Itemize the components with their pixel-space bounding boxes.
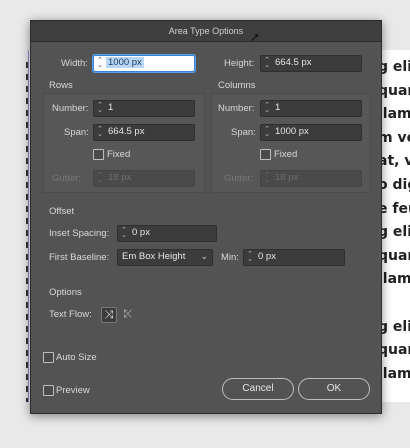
auto-size-label: Auto Size bbox=[56, 352, 97, 363]
first-baseline-value: Em Box Height bbox=[122, 251, 186, 262]
offset-heading: Offset bbox=[49, 206, 75, 217]
rows-fixed-checkbox[interactable] bbox=[93, 149, 104, 160]
min-field[interactable]: ⌃ ⌄ 0 px bbox=[243, 249, 345, 266]
inset-spacing-label: Inset Spacing: bbox=[49, 228, 110, 239]
width-field[interactable]: ⌃ ⌄ 1000 px bbox=[93, 55, 195, 72]
width-label: Width: bbox=[61, 58, 88, 69]
area-type-options-dialog: Area Type Options Width: ⌃ ⌄ 1000 px Heig… bbox=[30, 20, 382, 414]
rows-span-label: Span: bbox=[64, 127, 89, 138]
options-heading: Options bbox=[49, 287, 82, 298]
preview-label: Preview bbox=[56, 385, 90, 396]
height-value: 664.5 px bbox=[275, 57, 312, 68]
rows-number-value: 1 bbox=[108, 102, 114, 113]
background-text-line: g eli bbox=[378, 224, 410, 241]
rows-gutter-value: 18 px bbox=[108, 172, 132, 183]
rows-gutter-field[interactable]: ⌃ ⌄ 18 px bbox=[93, 170, 195, 187]
background-text-line: quar bbox=[378, 247, 410, 264]
inset-spacing-value: 0 px bbox=[132, 227, 150, 238]
background-text-line: g eli bbox=[378, 318, 410, 335]
columns-heading: Columns bbox=[218, 80, 256, 91]
columns-fixed-label: Fixed bbox=[274, 149, 298, 160]
columns-span-value: 1000 px bbox=[275, 126, 309, 137]
background-text-line: o dig bbox=[378, 176, 410, 193]
columns-number-value: 1 bbox=[275, 102, 281, 113]
rows-number-label: Number: bbox=[52, 103, 89, 114]
rows-number-stepper-icon[interactable]: ⌃ ⌄ bbox=[96, 102, 104, 114]
background-text-line: llam bbox=[378, 271, 410, 288]
columns-gutter-value: 18 px bbox=[275, 172, 299, 183]
columns-gutter-stepper-icon[interactable]: ⌃ ⌄ bbox=[263, 172, 271, 184]
columns-fixed-checkbox[interactable] bbox=[260, 149, 271, 160]
inset-spacing-stepper-icon[interactable]: ⌃ ⌄ bbox=[120, 227, 128, 239]
auto-size-checkbox[interactable] bbox=[43, 352, 54, 363]
min-label: Min: bbox=[221, 252, 239, 263]
rows-heading: Rows bbox=[49, 80, 73, 91]
chevron-down-icon: ⌄ bbox=[200, 251, 208, 261]
columns-number-stepper-icon[interactable]: ⌃ ⌄ bbox=[263, 102, 271, 114]
rows-number-field[interactable]: ⌃ ⌄ 1 bbox=[93, 100, 195, 117]
preview-checkbox[interactable] bbox=[43, 385, 54, 396]
background-text-line: e feu bbox=[378, 200, 410, 217]
background-text-line: m ve bbox=[378, 129, 410, 146]
columns-number-field[interactable]: ⌃ ⌄ 1 bbox=[260, 100, 362, 117]
rows-span-field[interactable]: ⌃ ⌄ 664.5 px bbox=[93, 124, 195, 141]
columns-number-label: Number: bbox=[218, 103, 255, 114]
cancel-button[interactable]: Cancel bbox=[222, 378, 294, 400]
rows-gutter-label: Gutter: bbox=[52, 173, 82, 184]
height-label: Height: bbox=[224, 58, 255, 69]
rows-span-value: 664.5 px bbox=[108, 126, 145, 137]
height-field[interactable]: ⌃ ⌄ 664.5 px bbox=[260, 55, 362, 72]
rows-fixed-label: Fixed bbox=[107, 149, 131, 160]
width-stepper-icon[interactable]: ⌃ ⌄ bbox=[96, 57, 104, 69]
background-text-line: quar bbox=[378, 342, 410, 359]
min-value: 0 px bbox=[258, 251, 276, 262]
inset-spacing-field[interactable]: ⌃ ⌄ 0 px bbox=[117, 225, 217, 242]
height-stepper-icon[interactable]: ⌃ ⌄ bbox=[263, 57, 271, 69]
text-flow-by-columns-icon[interactable]: ⤪ bbox=[121, 307, 135, 321]
background-text-column: g eli quar llam m ve at, v o dig e feu g… bbox=[378, 56, 410, 386]
min-stepper-icon[interactable]: ⌃ ⌄ bbox=[246, 251, 254, 263]
columns-gutter-field[interactable]: ⌃ ⌄ 18 px bbox=[260, 170, 362, 187]
ok-button[interactable]: OK bbox=[298, 378, 370, 400]
rows-span-stepper-icon[interactable]: ⌃ ⌄ bbox=[96, 126, 104, 138]
columns-span-field[interactable]: ⌃ ⌄ 1000 px bbox=[260, 124, 362, 141]
first-baseline-label: First Baseline: bbox=[49, 252, 110, 263]
background-text-line: g eli bbox=[378, 59, 410, 75]
width-value: 1000 px bbox=[106, 57, 144, 68]
mouse-pointer-icon: ➚ bbox=[250, 30, 261, 44]
first-baseline-select[interactable]: Em Box Height ⌄ bbox=[117, 249, 213, 266]
text-flow-by-rows-icon[interactable]: ⤨ bbox=[101, 307, 117, 323]
background-text-line: quar bbox=[378, 82, 410, 99]
background-text-line: at, v bbox=[378, 153, 410, 170]
columns-span-label: Span: bbox=[231, 127, 256, 138]
rows-gutter-stepper-icon[interactable]: ⌃ ⌄ bbox=[96, 172, 104, 184]
text-flow-label: Text Flow: bbox=[49, 309, 92, 320]
columns-span-stepper-icon[interactable]: ⌃ ⌄ bbox=[263, 126, 271, 138]
dialog-title[interactable]: Area Type Options bbox=[31, 21, 381, 42]
background-text-line: llam bbox=[378, 365, 410, 382]
columns-gutter-label: Gutter: bbox=[224, 173, 254, 184]
background-text-line: llam bbox=[378, 106, 410, 123]
